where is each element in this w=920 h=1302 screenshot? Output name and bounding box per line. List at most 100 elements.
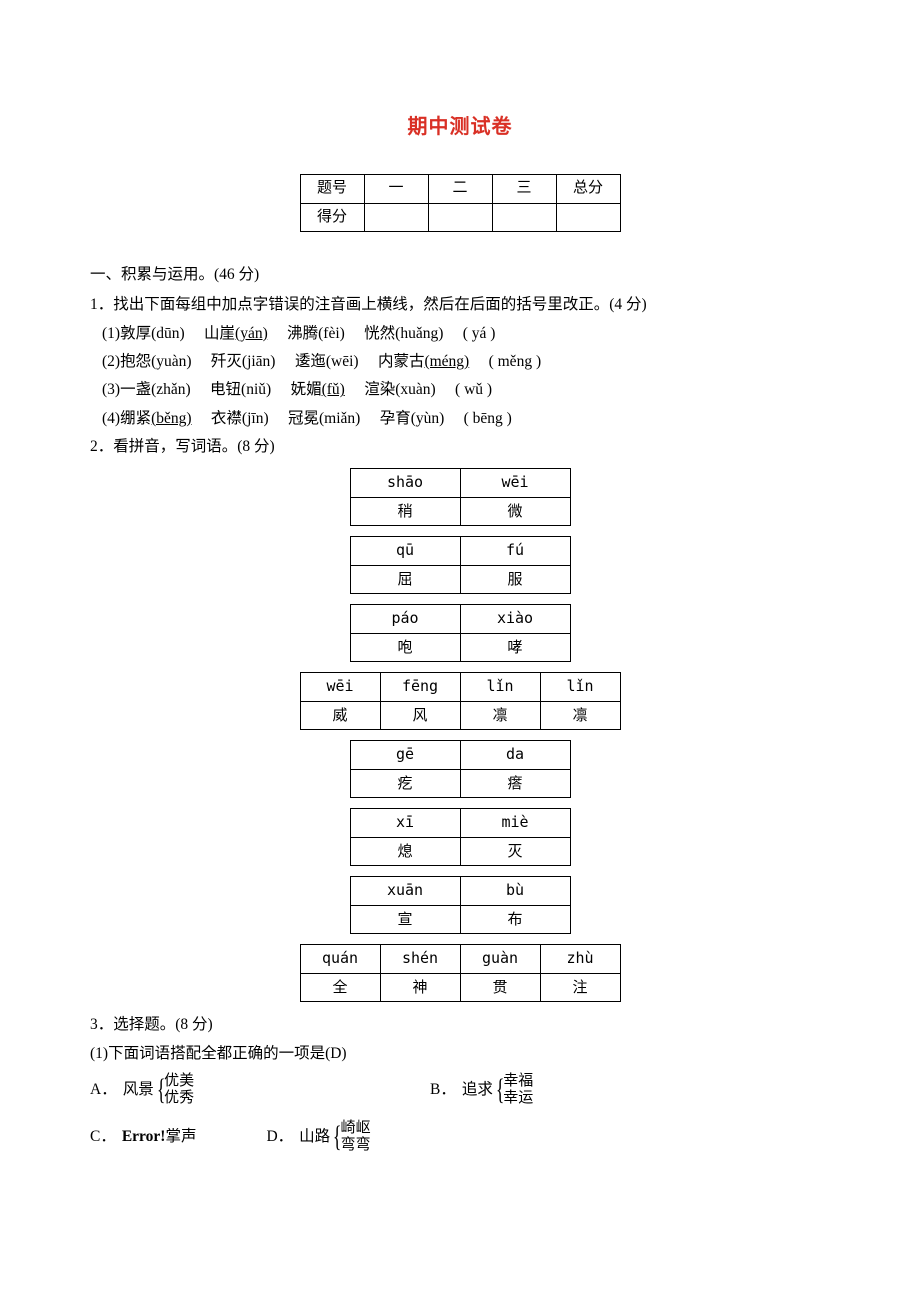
page-title: 期中测试卷 (90, 110, 830, 144)
table-row: shāowēi (350, 469, 570, 498)
char-cell: 宣 (350, 905, 460, 934)
score-header-col: 总分 (556, 175, 620, 204)
pinyin-cell: páo (350, 605, 460, 634)
pinyin-cell: fú (460, 537, 570, 566)
table-row: 咆哮 (350, 633, 570, 662)
word-item: 绷紧(běng) (120, 410, 191, 427)
char-cell: 哮 (460, 633, 570, 662)
answer-bracket: ( měng ) (489, 353, 542, 370)
underlined-pinyin: (méng) (424, 353, 469, 370)
pinyin-line: (2)抱怨(yuàn) 歼灭(jiān) 逶迤(wēi) 内蒙古(méng) (… (90, 349, 830, 375)
score-cell (428, 203, 492, 232)
char-cell: 瘩 (460, 769, 570, 798)
char-cell: 凛 (540, 701, 620, 730)
pinyin-cell: guàn (460, 945, 540, 974)
score-table: 题号 一 二 三 总分 得分 (300, 174, 621, 232)
table-row: 宣布 (350, 905, 570, 934)
char-cell: 熄 (350, 837, 460, 866)
brace-item-top: 崎岖 (341, 1120, 371, 1137)
brace-icon: { (333, 1122, 342, 1157)
score-header-col: 二 (428, 175, 492, 204)
brace-item-top: 优美 (164, 1073, 194, 1090)
option-d: D． 山路 { 崎岖 弯弯 (266, 1120, 370, 1155)
option-text: Error! (122, 1124, 166, 1150)
pinyin-cell: zhù (540, 945, 620, 974)
char-cell: 风 (380, 701, 460, 730)
char-cell: 微 (460, 497, 570, 526)
underlined-pinyin: (yán) (235, 325, 268, 342)
line-no: (3) (102, 381, 120, 398)
brace-item-bottom: 幸运 (503, 1090, 533, 1107)
pinyin-cell: fēng (380, 673, 460, 702)
question-stem: 3．选择题。(8 分) (90, 1012, 830, 1038)
char-cell: 咆 (350, 633, 460, 662)
word-item: 一盏(zhǎn) (120, 381, 191, 398)
underlined-pinyin: (fǔ) (322, 381, 345, 398)
score-header-col: 一 (364, 175, 428, 204)
pinyin-cell: bù (460, 877, 570, 906)
pinyin-cell: xiào (460, 605, 570, 634)
char-cell: 屈 (350, 565, 460, 594)
option-label: B． (430, 1077, 456, 1103)
table-row: 疙瘩 (350, 769, 570, 798)
char-cell: 全 (300, 973, 380, 1002)
table-row: 题号 一 二 三 总分 (300, 175, 620, 204)
char-cell: 神 (380, 973, 460, 1002)
brace-item-bottom: 弯弯 (341, 1137, 371, 1154)
word-item: 衣襟(jīn) (211, 410, 269, 427)
char-cell: 注 (540, 973, 620, 1002)
char-cell: 威 (300, 701, 380, 730)
answer-bracket: ( wǔ ) (455, 381, 492, 398)
char-cell: 贯 (460, 973, 540, 1002)
score-cell (492, 203, 556, 232)
pinyin-line: (1)敦厚(dūn) 山崖(yán) 沸腾(fèi) 恍然(huǎng) ( y… (90, 321, 830, 347)
score-header-col: 三 (492, 175, 556, 204)
score-header-col: 题号 (300, 175, 364, 204)
pinyin-line: (4)绷紧(běng) 衣襟(jīn) 冠冕(miǎn) 孕育(yùn) ( b… (90, 406, 830, 432)
options-row: A． 风景 { 优美 优秀 B． 追求 { 幸福 幸运 (90, 1073, 830, 1114)
score-row-label: 得分 (300, 203, 364, 232)
word-table: qūfú屈服 (350, 536, 571, 594)
pinyin-cell: gē (350, 741, 460, 770)
word-item: 敦厚(dūn) (120, 325, 185, 342)
char-cell: 凛 (460, 701, 540, 730)
word-item: 孕育(yùn) (380, 410, 445, 427)
pinyin-line: (3)一盏(zhǎn) 电钮(niǔ) 妩媚(fǔ) 渲染(xuàn) ( wǔ… (90, 377, 830, 403)
word-table: shāowēi稍微 (350, 468, 571, 526)
table-row: xuānbù (350, 877, 570, 906)
word-table: quánshénguànzhù全神贯注 (300, 944, 621, 1002)
pinyin-cell: wēi (460, 469, 570, 498)
sub-question-stem: (1)下面词语搭配全都正确的一项是(D) (90, 1041, 830, 1067)
underlined-pinyin: (běng) (151, 410, 191, 427)
table-row: 熄灭 (350, 837, 570, 866)
pinyin-cell: quán (300, 945, 380, 974)
table-row: qūfú (350, 537, 570, 566)
char-cell: 灭 (460, 837, 570, 866)
word-table: wēifēnglǐnlǐn威风凛凛 (300, 672, 621, 730)
brace-icon: { (157, 1075, 166, 1110)
word-item: 电钮(niǔ) (210, 381, 271, 398)
table-row: 稍微 (350, 497, 570, 526)
word-item: 冠冕(miǎn) (288, 410, 360, 427)
word-item: 逶迤(wēi) (295, 353, 359, 370)
table-row: xīmiè (350, 809, 570, 838)
char-cell: 布 (460, 905, 570, 934)
option-prefix: 山路 (299, 1124, 330, 1150)
table-row: páoxiào (350, 605, 570, 634)
brace-item-top: 幸福 (503, 1073, 533, 1090)
score-cell (364, 203, 428, 232)
option-c: C． Error! 掌声 (90, 1120, 196, 1155)
word-table: gēda疙瘩 (350, 740, 571, 798)
line-no: (2) (102, 353, 120, 370)
option-suffix: 掌声 (165, 1124, 196, 1150)
section-heading: 一、积累与运用。(46 分) (90, 262, 830, 288)
question-stem: 2．看拼音，写词语。(8 分) (90, 434, 830, 460)
score-cell (556, 203, 620, 232)
word-table: xuānbù宣布 (350, 876, 571, 934)
char-cell: 服 (460, 565, 570, 594)
table-row: gēda (350, 741, 570, 770)
word-item: 妩媚(fǔ) (291, 381, 345, 398)
option-label: D． (266, 1124, 293, 1150)
table-row: quánshénguànzhù (300, 945, 620, 974)
word-item: 内蒙古(méng) (378, 353, 469, 370)
